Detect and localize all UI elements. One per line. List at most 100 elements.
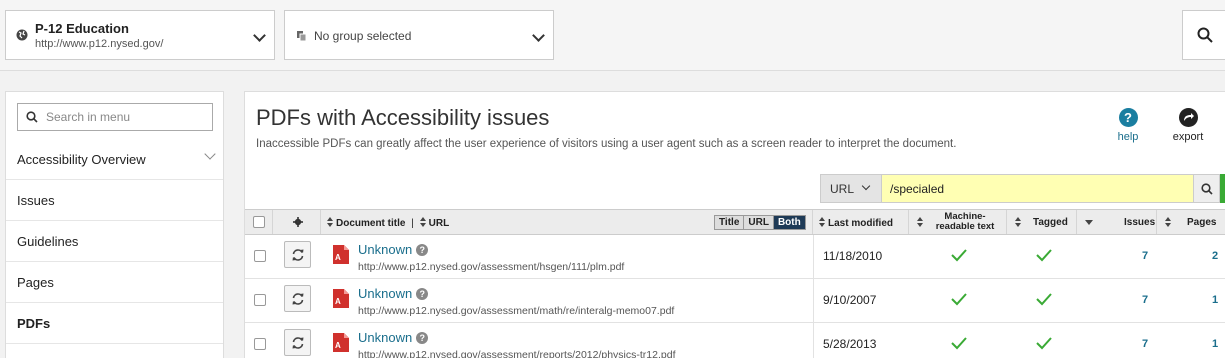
sidebar: Accessibility Overview Issues Guidelines… xyxy=(5,91,224,358)
menu-search-input[interactable] xyxy=(46,108,206,126)
check-icon xyxy=(1036,249,1052,262)
export-button[interactable]: export xyxy=(1168,108,1208,143)
sidebar-item-pdfs[interactable]: PDFs xyxy=(6,303,223,344)
row-checkbox[interactable] xyxy=(254,250,266,262)
last-modified-header[interactable]: Last modified xyxy=(813,210,909,234)
pdf-icon: A xyxy=(333,333,349,352)
filter-type-dropdown[interactable]: URL xyxy=(820,174,882,203)
question-icon: ? xyxy=(416,288,429,300)
sidebar-item-accessibility-overview[interactable]: Accessibility Overview xyxy=(6,139,223,180)
help-button[interactable]: ? help xyxy=(1113,108,1143,143)
display-toggle: Title URL Both xyxy=(714,215,806,230)
document-url: http://www.p12.nysed.gov/assessment/repo… xyxy=(358,349,676,358)
sidebar-item-guidelines[interactable]: Guidelines xyxy=(6,221,223,262)
page-title: PDFs with Accessibility issues xyxy=(256,105,550,130)
site-url: http://www.p12.nysed.gov/ xyxy=(35,38,164,50)
table-header: Document title | URL Title URL Both Last… xyxy=(245,209,1225,235)
sidebar-item-issues[interactable]: Issues xyxy=(6,180,223,221)
search-icon xyxy=(1201,183,1213,195)
document-title: Unknown xyxy=(358,286,413,301)
svg-text:A: A xyxy=(335,341,341,350)
table-row: A Unknown? http://www.p12.nysed.gov/asse… xyxy=(245,279,1225,323)
global-search-button[interactable] xyxy=(1182,10,1225,60)
document-title-link[interactable]: Unknown? xyxy=(358,330,429,345)
pages-count[interactable]: 1 xyxy=(1212,338,1218,350)
group-label: No group selected xyxy=(314,29,412,43)
toggle-title[interactable]: Title xyxy=(715,216,745,229)
settings-column xyxy=(273,210,321,234)
toggle-both[interactable]: Both xyxy=(773,216,805,229)
pdf-icon: A xyxy=(333,289,349,308)
refresh-icon xyxy=(292,293,304,305)
filter-status-bar xyxy=(1220,174,1225,203)
pdf-icon: A xyxy=(333,245,349,264)
chevron-down-icon xyxy=(253,29,266,42)
filter-search-button[interactable] xyxy=(1193,174,1220,203)
page-description: Inaccessible PDFs can greatly affect the… xyxy=(256,138,957,150)
question-icon: ? xyxy=(416,244,429,256)
sort-icon xyxy=(1015,217,1021,227)
site-title: P-12 Education xyxy=(35,21,129,36)
sidebar-item-label: Guidelines xyxy=(17,234,79,249)
select-all-column xyxy=(245,210,273,234)
sidebar-item-label: Accessibility Overview xyxy=(17,152,146,167)
divider xyxy=(813,235,814,279)
check-icon xyxy=(951,249,967,262)
check-icon xyxy=(1036,293,1052,306)
machine-readable-label-2: readable text xyxy=(935,221,995,232)
document-column-header: Document title | URL Title URL Both xyxy=(321,210,813,234)
tagged-header[interactable]: Tagged xyxy=(1007,210,1077,234)
rescan-button[interactable] xyxy=(284,329,311,356)
group-icon xyxy=(297,31,307,42)
divider xyxy=(813,279,814,323)
issues-count[interactable]: 7 xyxy=(1142,294,1148,306)
chevron-down-icon xyxy=(532,29,545,42)
check-icon xyxy=(1036,337,1052,350)
sidebar-item-pages[interactable]: Pages xyxy=(6,262,223,303)
document-title-link[interactable]: Unknown? xyxy=(358,242,429,257)
pages-count[interactable]: 2 xyxy=(1212,250,1218,262)
tagged-label: Tagged xyxy=(1033,217,1068,228)
sort-icon[interactable] xyxy=(327,217,333,227)
issues-header[interactable]: Issues xyxy=(1077,210,1157,234)
sidebar-item-label: Pages xyxy=(17,275,54,290)
check-icon xyxy=(951,337,967,350)
sort-icon[interactable] xyxy=(419,217,426,227)
help-label: help xyxy=(1117,131,1139,143)
issues-count[interactable]: 7 xyxy=(1142,338,1148,350)
table-row: A Unknown? http://www.p12.nysed.gov/asse… xyxy=(245,323,1225,358)
help-icon: ? xyxy=(1118,108,1138,127)
document-url: http://www.p12.nysed.gov/assessment/hsge… xyxy=(358,261,625,273)
document-title: Unknown xyxy=(358,242,413,257)
divider xyxy=(813,323,814,358)
gear-icon[interactable] xyxy=(293,217,303,227)
menu-search xyxy=(17,103,213,131)
toggle-url[interactable]: URL xyxy=(744,216,774,229)
rescan-button[interactable] xyxy=(284,285,311,312)
machine-readable-header[interactable]: Machine- readable text xyxy=(909,210,1007,234)
check-icon xyxy=(951,293,967,306)
pages-header[interactable]: Pages xyxy=(1157,210,1225,234)
search-icon xyxy=(26,111,38,123)
chevron-down-icon xyxy=(861,181,871,191)
rescan-button[interactable] xyxy=(284,241,311,268)
url-header[interactable]: URL xyxy=(429,218,450,229)
last-modified-label: Last modified xyxy=(828,218,894,229)
document-title-link[interactable]: Unknown? xyxy=(358,286,429,301)
sidebar-item-label: Issues xyxy=(17,193,55,208)
row-checkbox[interactable] xyxy=(254,294,266,306)
filter-type-label: URL xyxy=(830,182,855,196)
refresh-icon xyxy=(292,337,304,349)
issues-count[interactable]: 7 xyxy=(1142,250,1148,262)
select-all-checkbox[interactable] xyxy=(253,216,265,228)
globe-icon xyxy=(16,29,28,41)
group-selector[interactable]: No group selected xyxy=(284,10,554,60)
sidebar-item-label: PDFs xyxy=(17,316,51,331)
filter-input[interactable] xyxy=(882,174,1193,203)
pages-count[interactable]: 1 xyxy=(1212,294,1218,306)
last-modified-cell: 11/18/2010 xyxy=(823,249,883,263)
sort-icon xyxy=(1165,217,1171,227)
doc-title-header[interactable]: Document title xyxy=(336,218,405,229)
row-checkbox[interactable] xyxy=(254,338,266,350)
site-selector[interactable]: P-12 Education http://www.p12.nysed.gov/ xyxy=(5,10,275,60)
